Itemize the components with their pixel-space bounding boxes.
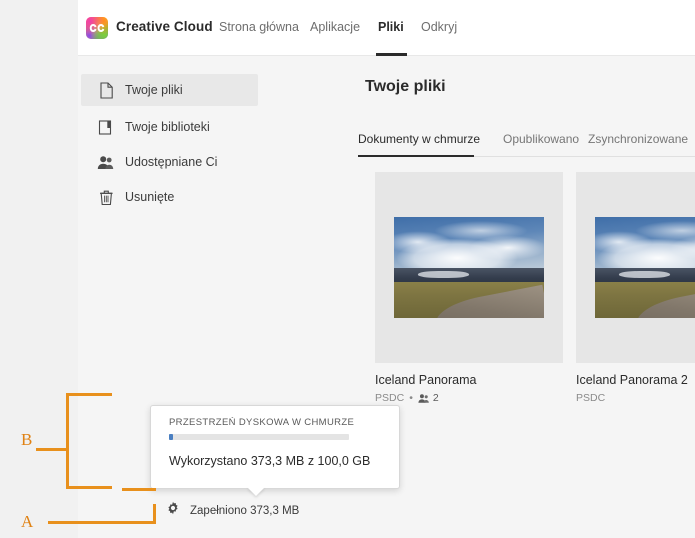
trash-icon [95,189,117,206]
nav-item-odkryj[interactable]: Odkryj [421,20,457,34]
annotation-label-b: B [21,430,33,449]
page-title: Twoje pliki [365,78,446,95]
sidebar-item-twoje-pliki[interactable]: Twoje pliki [81,74,258,106]
annotation-b-leader [36,448,68,451]
file-card[interactable]: Iceland Panorama PSDC • 2 [375,172,563,404]
sidebar-item-label: Udostępniane Ci [125,155,218,169]
people-icon [418,393,429,403]
thumbnail-sky [394,217,544,274]
file-card-title: Iceland Panorama 2 [576,373,688,387]
cloud-storage-tooltip: PRZESTRZEŃ DYSKOWA W CHMURZE Wykorzystan… [150,405,400,496]
tooltip-usage-text: Wykorzystano 373,3 MB z 100,0 GB [169,454,371,468]
storage-used-label: Zapełniono 373,3 MB [190,504,300,517]
people-icon [95,154,117,171]
tab-zsynchronizowane[interactable]: Zsynchronizowane [588,132,688,146]
annotation-label-a: A [21,512,34,531]
iceland-panorama-2-thumbnail [595,217,695,318]
iceland-panorama-thumbnail [394,217,544,318]
nav-item-strona-glowna[interactable]: Strona główna [219,20,299,34]
sidebar-item-twoje-biblioteki[interactable]: Twoje biblioteki [81,111,258,143]
storage-progress-track [169,434,349,440]
creative-cloud-app-window: Creative Cloud Strona główna Aplikacje P… [78,0,695,538]
annotation-b-bracket-bottom [66,486,112,489]
tab-active-underline [358,155,474,157]
sidebar-item-label: Twoje biblioteki [125,120,210,134]
sidebar-item-label: Usunięte [125,190,175,204]
file-card-shared-count: 2 [418,392,439,404]
tooltip-arrow [247,487,265,496]
thumbnail-sky [595,217,695,274]
library-icon [95,119,117,136]
nav-item-pliki[interactable]: Pliki [378,20,404,34]
tab-strip: Dokumenty w chmurze Opublikowano Zsynchr… [358,132,695,162]
shared-count-value: 2 [432,392,439,404]
gear-icon[interactable] [166,501,180,520]
tab-opublikowano[interactable]: Opublikowano [503,132,579,146]
tooltip-heading: PRZESTRZEŃ DYSKOWA W CHMURZE [169,417,355,428]
file-card-format: PSDC [576,392,606,404]
file-card[interactable]: Iceland Panorama 2 PSDC [576,172,695,404]
sidebar-item-label: Twoje pliki [125,83,183,97]
storage-progress-fill [169,434,173,440]
logo-cc-mark [89,24,105,32]
file-card-format: PSDC [375,392,405,404]
file-thumbnail-container[interactable] [576,172,695,363]
file-card-title: Iceland Panorama [375,373,477,387]
file-thumbnail-container[interactable] [375,172,563,363]
file-card-meta: PSDC [576,392,695,404]
meta-separator: • [409,392,413,404]
annotation-b-bracket-top [66,393,112,396]
sidebar-item-udostepniane-ci[interactable]: Udostępniane Ci [81,146,258,178]
annotation-b-bracket-vertical [66,393,69,489]
annotation-a-leader-vertical [153,504,156,524]
creative-cloud-logo-icon [86,17,108,39]
top-navigation-bar: Creative Cloud Strona główna Aplikacje P… [78,0,695,56]
annotation-a-leader-horizontal [48,521,156,524]
tab-dokumenty-w-chmurze[interactable]: Dokumenty w chmurze [358,132,480,146]
storage-footer-row[interactable]: Zapełniono 373,3 MB [166,501,299,520]
file-icon [95,81,117,99]
sidebar-item-usuniete[interactable]: Usunięte [81,181,258,213]
nav-item-aplikacje[interactable]: Aplikacje [310,20,360,34]
file-card-meta: PSDC • 2 [375,392,563,404]
annotation-a-leader-tick [122,488,156,491]
brand-name: Creative Cloud [116,19,213,34]
